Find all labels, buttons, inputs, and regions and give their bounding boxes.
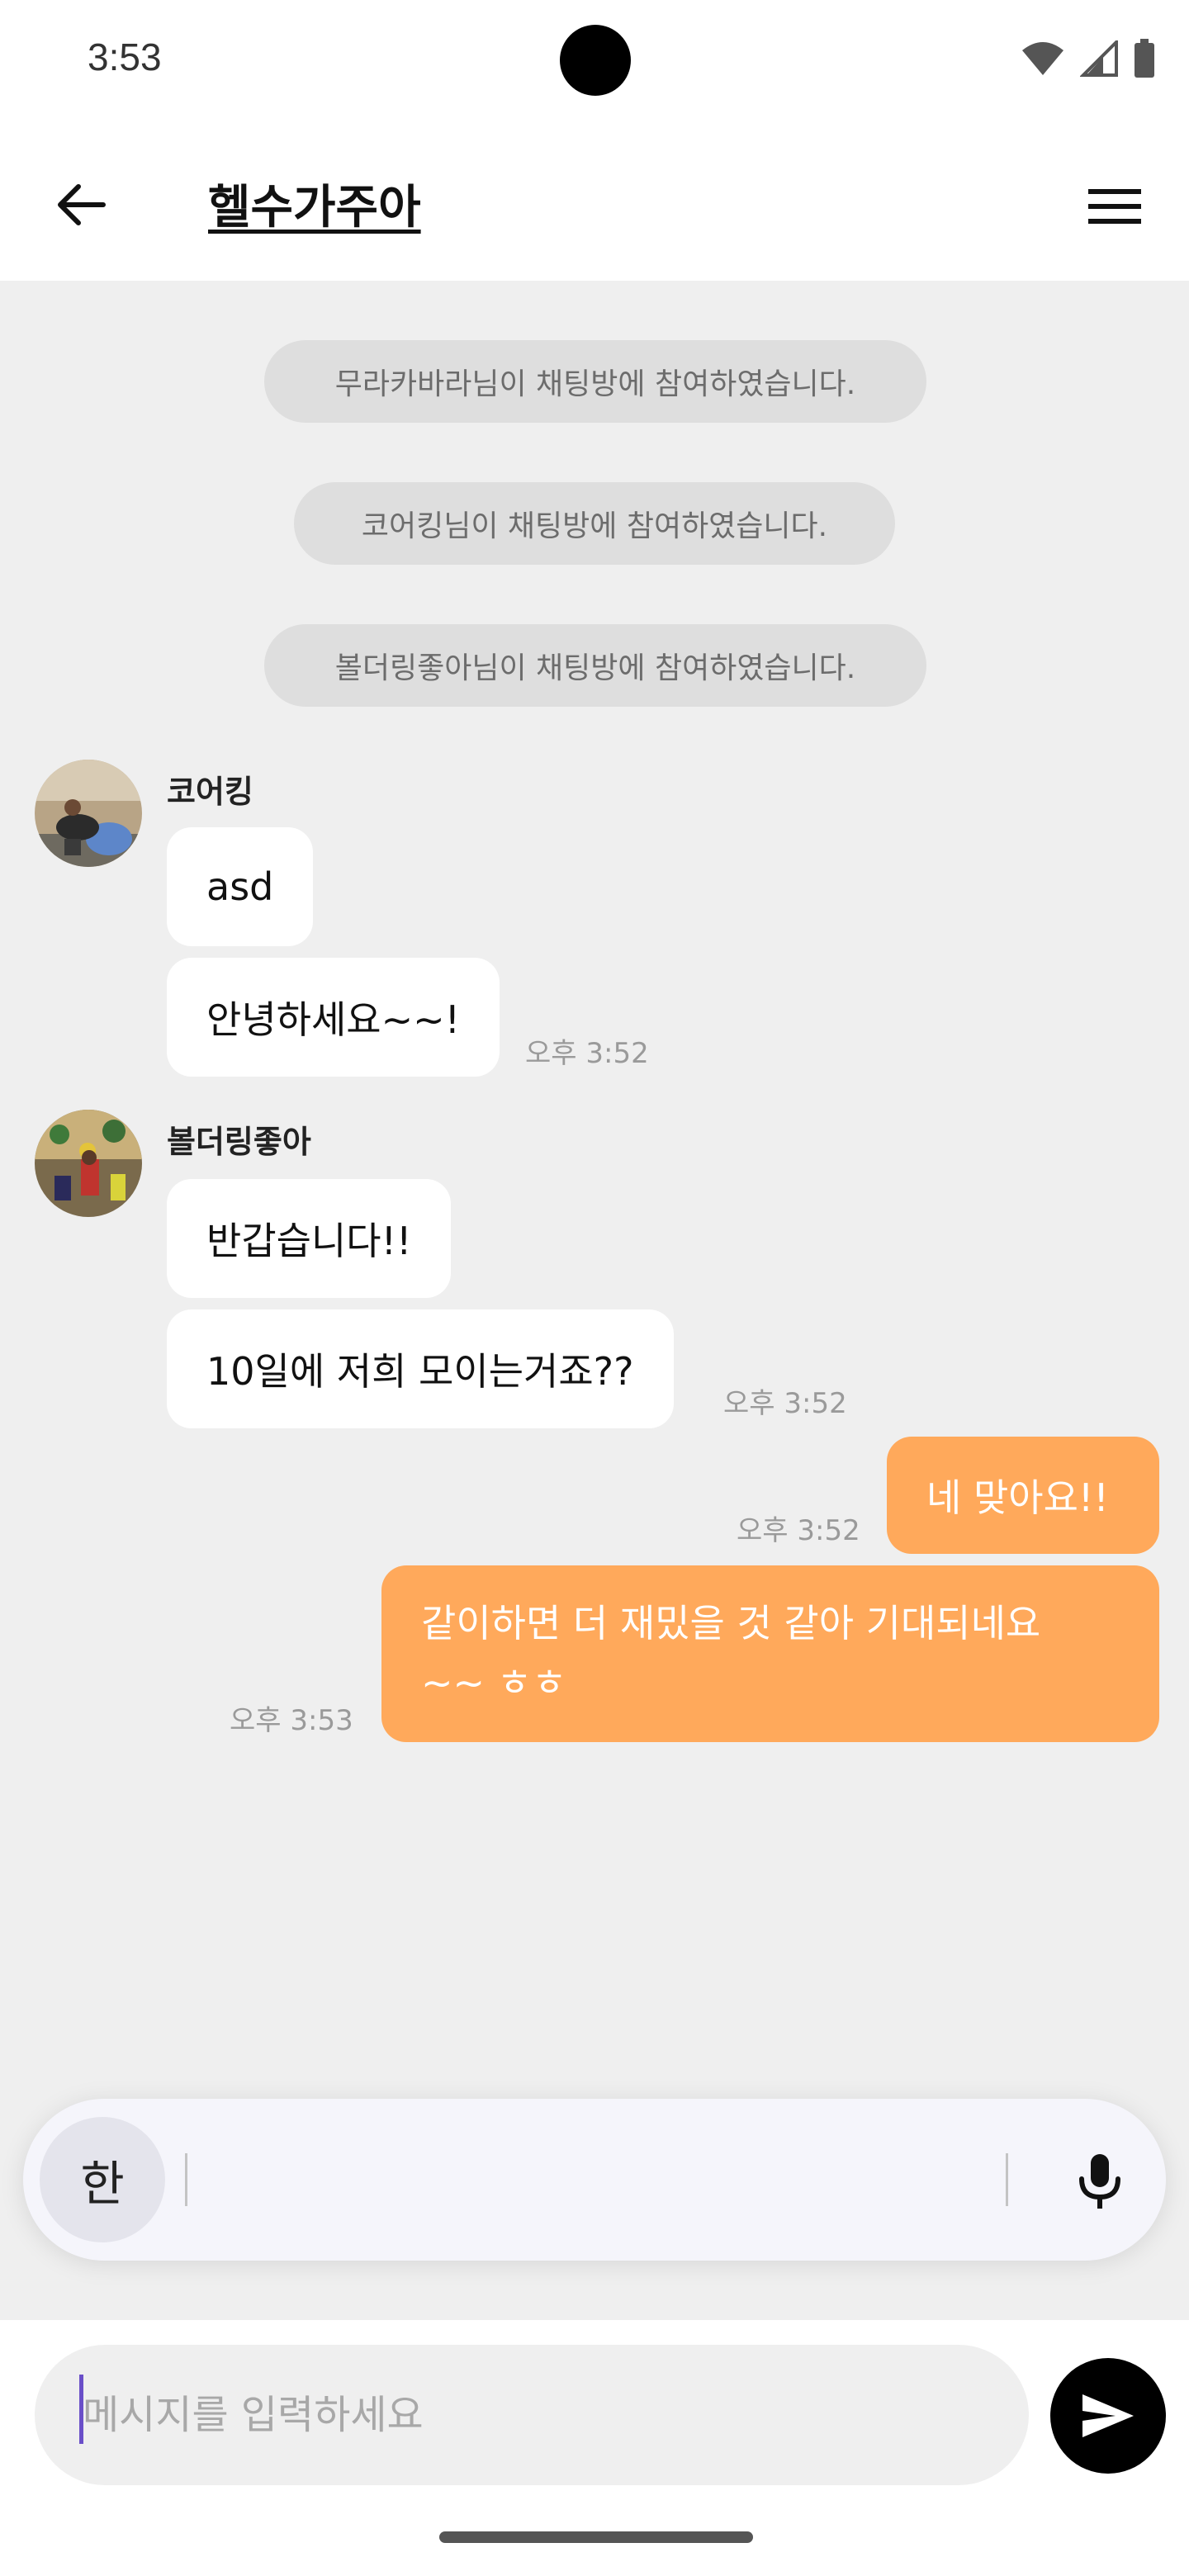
chat-area[interactable] (0, 281, 1189, 2320)
status-bar: 3:53 (0, 0, 1189, 124)
status-icons (1021, 38, 1156, 79)
voice-input-button[interactable] (1067, 2148, 1133, 2214)
my-message-bubble[interactable]: 네 맞아요!! (887, 1437, 1159, 1554)
text-cursor (79, 2375, 83, 2444)
hamburger-menu-icon (1088, 189, 1141, 224)
message-bubble[interactable]: 안녕하세요~~! (167, 958, 500, 1077)
camera-cutout (560, 25, 631, 96)
my-message-bubble[interactable]: 같이하면 더 재밌을 것 같아 기대되네요 ~~ ㅎㅎ (381, 1565, 1159, 1742)
system-message: 볼더링좋아님이 채팅방에 참여하였습니다. (264, 624, 926, 707)
send-icon (1082, 2394, 1134, 2437)
divider (185, 2153, 187, 2206)
message-bubble[interactable]: asd (167, 827, 314, 946)
sender-name: 볼더링좋아 (167, 1124, 311, 1160)
app-bar: 헬수가주아 (0, 124, 1189, 281)
message-time: 오후 3:52 (737, 1514, 860, 1547)
send-button[interactable] (1050, 2358, 1166, 2474)
wifi-icon (1022, 42, 1063, 75)
back-button[interactable] (50, 173, 112, 236)
room-title: 헬수가주아 (208, 181, 421, 234)
my-message-text: ~~ ㅎㅎ (421, 1660, 567, 1705)
message-time: 오후 3:52 (723, 1387, 847, 1420)
message-bubble[interactable]: 10일에 저희 모이는거죠?? (167, 1309, 674, 1428)
message-bubble[interactable]: 반갑습니다!! (167, 1179, 452, 1298)
battery-icon (1135, 39, 1154, 78)
arrow-left-icon (58, 184, 106, 225)
menu-button[interactable] (1083, 175, 1146, 238)
divider (1006, 2153, 1008, 2206)
language-switch-key[interactable]: 한 (40, 2117, 165, 2242)
my-message-text: 네 맞아요!! (926, 1475, 1109, 1520)
cellular-signal-icon (1080, 40, 1118, 77)
status-time: 3:53 (88, 36, 162, 78)
home-indicator[interactable] (439, 2531, 753, 2543)
message-time: 오후 3:53 (230, 1704, 353, 1737)
microphone-icon (1079, 2154, 1120, 2209)
avatar[interactable] (35, 760, 142, 867)
sender-name: 코어킹 (167, 774, 253, 810)
system-message: 코어킹님이 채팅방에 참여하였습니다. (294, 482, 895, 565)
message-time: 오후 3:52 (525, 1037, 649, 1070)
my-message-text: 같이하면 더 재밌을 것 같아 기대되네요 (421, 1601, 1041, 1646)
keyboard-toolbar: 한 (23, 2099, 1166, 2261)
avatar[interactable] (35, 1110, 142, 1217)
message-input[interactable] (35, 2345, 1029, 2485)
system-message: 무라카바라님이 채팅방에 참여하였습니다. (264, 340, 926, 423)
